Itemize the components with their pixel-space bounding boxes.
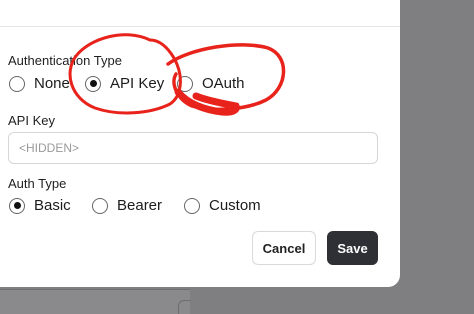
radio-bearer[interactable]: Bearer (92, 197, 162, 214)
api-key-label: API Key (8, 113, 55, 128)
radio-basic[interactable]: Basic (9, 197, 71, 214)
dialog-header-divider (0, 26, 400, 27)
background-panel-corner (178, 300, 191, 314)
radio-custom-label: Custom (209, 197, 261, 214)
radio-oauth-label: OAuth (202, 75, 245, 92)
radio-none[interactable]: None (9, 75, 70, 92)
cancel-button[interactable]: Cancel (252, 231, 316, 265)
api-key-input[interactable] (8, 132, 378, 164)
radio-bearer-indicator[interactable] (92, 197, 108, 214)
radio-basic-indicator[interactable] (9, 197, 25, 214)
radio-custom[interactable]: Custom (184, 197, 261, 214)
radio-basic-label: Basic (34, 197, 71, 214)
radio-bearer-label: Bearer (117, 197, 163, 214)
auth-type-label: Auth Type (8, 176, 67, 191)
radio-api-key-indicator[interactable] (85, 75, 101, 92)
radio-none-label: None (34, 75, 70, 92)
background-panel (0, 289, 190, 314)
radio-oauth[interactable]: OAuth (177, 75, 245, 92)
authentication-type-label: Authentication Type (8, 53, 122, 68)
radio-none-indicator[interactable] (9, 75, 25, 92)
radio-oauth-indicator[interactable] (177, 75, 193, 92)
save-button[interactable]: Save (327, 231, 378, 265)
radio-api-key-label: API Key (110, 75, 165, 92)
radio-custom-indicator[interactable] (184, 197, 200, 214)
radio-api-key[interactable]: API Key (85, 75, 164, 92)
